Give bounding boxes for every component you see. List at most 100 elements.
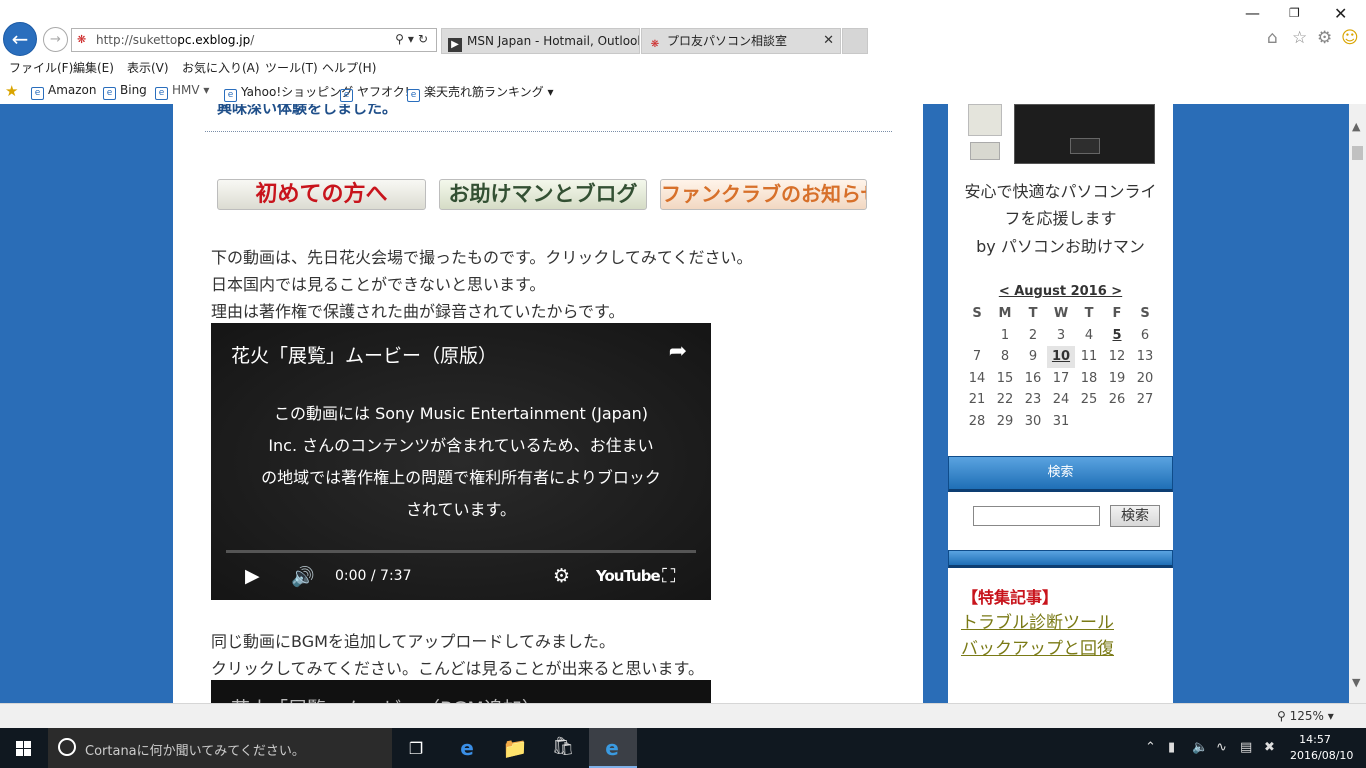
fav-yahoo-shopping[interactable]: e Yahoo!ショッピング [224, 83, 353, 102]
calendar-day: 17 [1052, 370, 1070, 386]
search-button[interactable]: 検索 [1110, 505, 1160, 527]
menu-help[interactable]: ヘルプ(H) [322, 59, 376, 76]
tab-active-site[interactable]: ❋ プロ友パソコン相談室 ✕ [641, 28, 841, 54]
calendar-day: 14 [968, 370, 986, 386]
wifi-icon[interactable]: ∿ [1216, 740, 1227, 755]
fav-hmv[interactable]: e HMV ▾ [155, 83, 209, 100]
windows-taskbar: Cortanaに何か聞いてみてください。 ❐ e 📁 🛍 e ⌃ ▮ 🔈 ∿ ▤… [0, 728, 1366, 768]
main-column: 興味深い体験をしました。 初めての方へ お助けマンとブログ ファンクラブのお知ら… [173, 104, 923, 703]
clock-date: 2016/08/10 [1290, 749, 1354, 762]
task-view-icon[interactable]: ❐ [401, 739, 431, 758]
settings-gear-icon[interactable]: ⚙ [553, 565, 570, 587]
action-center-icon[interactable]: ▤ [1240, 740, 1252, 755]
video-title[interactable]: 花火「展覧」ムービー（原版） [231, 341, 497, 368]
internet-explorer-icon[interactable]: e [597, 736, 627, 760]
scroll-down-icon[interactable]: ▼ [1352, 676, 1360, 689]
volume-icon[interactable]: 🔊 [291, 565, 315, 588]
edge-icon[interactable]: e [452, 736, 482, 760]
calendar-day: 1 [1000, 327, 1010, 343]
scroll-up-icon[interactable]: ▲ [1352, 120, 1360, 133]
back-button[interactable]: ← [3, 22, 37, 56]
file-explorer-icon[interactable]: 📁 [500, 736, 530, 760]
new-tab-button[interactable] [842, 28, 868, 54]
feedback-smiley-icon[interactable]: ☺ [1341, 28, 1359, 48]
calendar-day: 27 [1136, 392, 1154, 408]
play-icon[interactable]: ▶ [245, 565, 260, 587]
calendar-day: 21 [968, 392, 986, 408]
menu-favorites[interactable]: お気に入り(A) [182, 59, 260, 76]
calendar-month-nav[interactable]: < August 2016 > [948, 284, 1173, 299]
calendar-week: 7 8 9 10 11 12 13 [963, 346, 1159, 368]
menu-edit[interactable]: 編集(E) [73, 59, 114, 76]
share-icon[interactable]: ➦ [669, 339, 687, 364]
gear-icon[interactable]: ⚙ [1317, 28, 1332, 48]
tab-msn[interactable]: ▶ MSN Japan - Hotmail, Outlook... [441, 28, 640, 54]
calendar-day: 2 [1028, 327, 1038, 343]
favorites-bar-star-icon[interactable]: ★ [5, 82, 18, 100]
close-window-icon[interactable]: ✕ [1334, 4, 1347, 23]
fullscreen-icon[interactable]: ⛶ [662, 565, 675, 587]
close-tab-icon[interactable]: ✕ [823, 29, 834, 53]
calendar-day: 3 [1056, 327, 1066, 343]
notification-close-icon[interactable]: ✖ [1264, 740, 1275, 755]
banner-first-visit[interactable]: 初めての方へ [217, 179, 426, 210]
store-icon[interactable]: 🛍 [548, 736, 578, 757]
calendar-day: 28 [968, 413, 986, 429]
cortana-search-box[interactable]: Cortanaに何か聞いてみてください。 [48, 728, 392, 768]
address-url[interactable]: http://sukettopc.exblog.jp/ [96, 33, 254, 47]
featured-link-troubleshoot[interactable]: トラブル診断ツール [961, 608, 1114, 633]
menu-bar: ファイル(F) 編集(E) 表示(V) お気に入り(A) ツール(T) ヘルプ(… [0, 56, 1366, 78]
arrow-left-icon: ← [11, 27, 29, 51]
forward-button[interactable]: → [43, 27, 68, 52]
fav-rakuten-ranking[interactable]: e 楽天売れ筋ランキング ▾ [407, 83, 554, 102]
system-clock[interactable]: 14:57 2016/08/10 [1290, 732, 1354, 764]
video-progress-bar[interactable] [226, 550, 696, 553]
video-player-original[interactable]: 花火「展覧」ムービー（原版） ➦ この動画には Sony Music Enter… [211, 323, 711, 600]
section-heading-bar [948, 550, 1173, 568]
fav-yafuoku[interactable]: e ヤフオク! [340, 83, 410, 102]
scroll-thumb[interactable] [1352, 146, 1363, 160]
refresh-icon[interactable]: ↻ [418, 32, 432, 46]
page-icon: e [31, 87, 44, 100]
start-button[interactable] [0, 728, 48, 768]
laptop-image [968, 104, 1155, 164]
featured-link-backup[interactable]: バックアップと回復 [961, 634, 1114, 659]
calendar-day [1103, 411, 1131, 433]
tray-chevron-icon[interactable]: ⌃ [1145, 740, 1156, 755]
calendar-day-link[interactable]: 5 [1103, 325, 1131, 347]
paragraph-line: 同じ動画にBGMを追加してアップロードしてみました。 [211, 632, 615, 651]
volume-tray-icon[interactable]: 🔈 [1192, 740, 1208, 755]
fav-amazon[interactable]: e Amazon [31, 83, 97, 100]
search-input[interactable] [973, 506, 1100, 526]
calendar-day-today[interactable]: 10 [1047, 346, 1075, 368]
address-tools: ⚲▾↻ [395, 32, 432, 46]
menu-view[interactable]: 表示(V) [127, 59, 169, 76]
banner-helper-blog[interactable]: お助けマンとブログ [439, 179, 647, 210]
search-icon[interactable]: ⚲ [395, 32, 408, 46]
home-icon[interactable]: ⌂ [1267, 28, 1278, 48]
banner-fanclub[interactable]: ファンクラブのお知らせ [660, 179, 867, 210]
restore-icon[interactable]: ❐ [1289, 6, 1300, 20]
fav-bing[interactable]: e Bing [103, 83, 147, 100]
menu-tools[interactable]: ツール(T) [265, 59, 318, 76]
minimize-icon[interactable]: — [1245, 4, 1260, 22]
laptop-keyboard-image [1014, 104, 1155, 164]
paragraph-line: 日本国内では見ることができないと思います。 [211, 275, 546, 294]
zoom-control[interactable]: ⚲ 125% ▾ [1277, 709, 1334, 723]
paragraph-line: 下の動画は、先日花火会場で撮ったものです。クリックしてみてください。 [211, 248, 753, 267]
video-title[interactable]: 花火「展覧」ムービー（BGM追加） [231, 694, 541, 703]
vertical-scrollbar[interactable]: ▲ ▼ [1349, 104, 1366, 703]
favorites-star-icon[interactable]: ☆ [1292, 28, 1307, 48]
youtube-logo[interactable]: YouTube [596, 567, 661, 585]
address-bar[interactable]: ❋ http://sukettopc.exblog.jp/ ⚲▾↻ [71, 28, 437, 52]
search-heading: 検索 [948, 456, 1173, 492]
battery-icon[interactable]: ▮ [1168, 740, 1175, 755]
menu-file[interactable]: ファイル(F) [9, 59, 73, 76]
calculator-image [970, 142, 1000, 160]
dropdown-arrow-icon[interactable]: ▾ [408, 32, 418, 46]
calendar-week: 1 2 3 4 5 6 [963, 325, 1159, 347]
cortana-placeholder: Cortanaに何か聞いてみてください。 [85, 744, 305, 759]
video-player-bgm[interactable]: 花火「展覧」ムービー（BGM追加） [211, 680, 711, 703]
calendar-day: 11 [1080, 349, 1098, 365]
calendar-day: 22 [996, 392, 1014, 408]
